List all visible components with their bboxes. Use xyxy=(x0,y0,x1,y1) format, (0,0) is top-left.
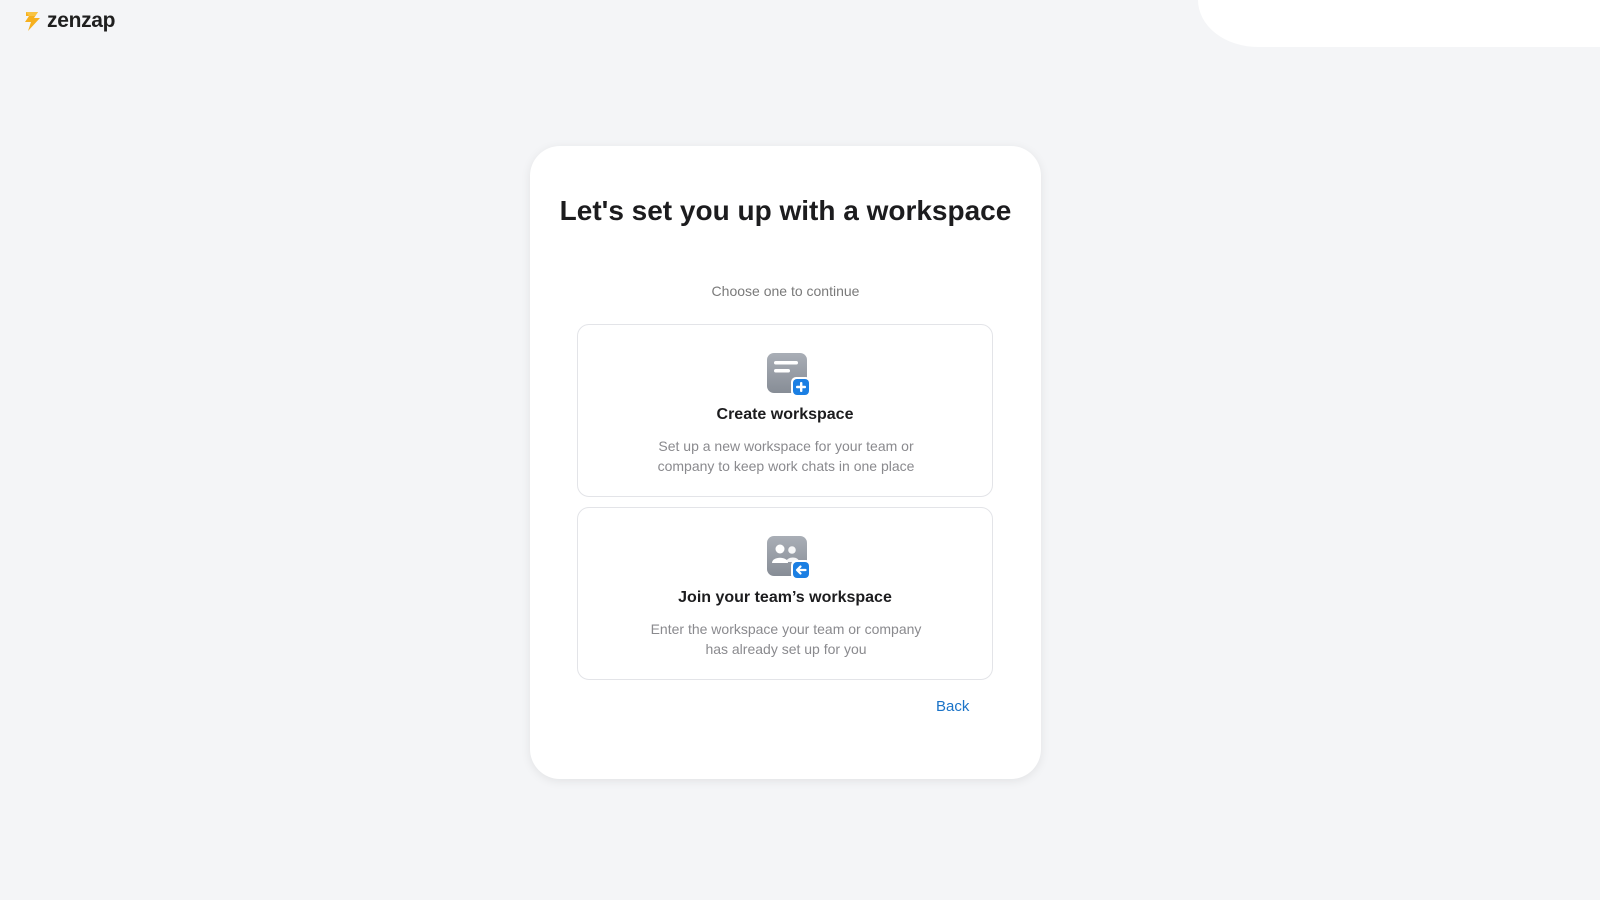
join-workspace-title: Join your team’s workspace xyxy=(678,589,892,606)
create-workspace-description: Set up a new workspace for your team or … xyxy=(657,438,915,474)
document-plus-icon xyxy=(767,353,811,397)
join-workspace-option[interactable]: Join your team’s workspace Enter the wor… xyxy=(577,507,993,680)
header-decoration xyxy=(1198,0,1600,47)
page-subtitle: Choose one to continue xyxy=(711,283,860,299)
create-workspace-option[interactable]: Create workspace Set up a new workspace … xyxy=(577,324,993,497)
back-link[interactable]: Back xyxy=(936,698,969,715)
team-join-icon xyxy=(767,536,811,580)
brand-name: zenzap xyxy=(47,9,116,32)
page-title: Let's set you up with a workspace xyxy=(559,195,1012,226)
workspace-setup-card: Let's set you up with a workspace Choose… xyxy=(530,146,1041,779)
join-workspace-description: Enter the workspace your team or company… xyxy=(650,621,922,657)
create-workspace-title: Create workspace xyxy=(716,406,854,423)
brand-logo[interactable]: zenzap xyxy=(23,9,116,33)
lightning-bolt-icon xyxy=(25,12,40,31)
